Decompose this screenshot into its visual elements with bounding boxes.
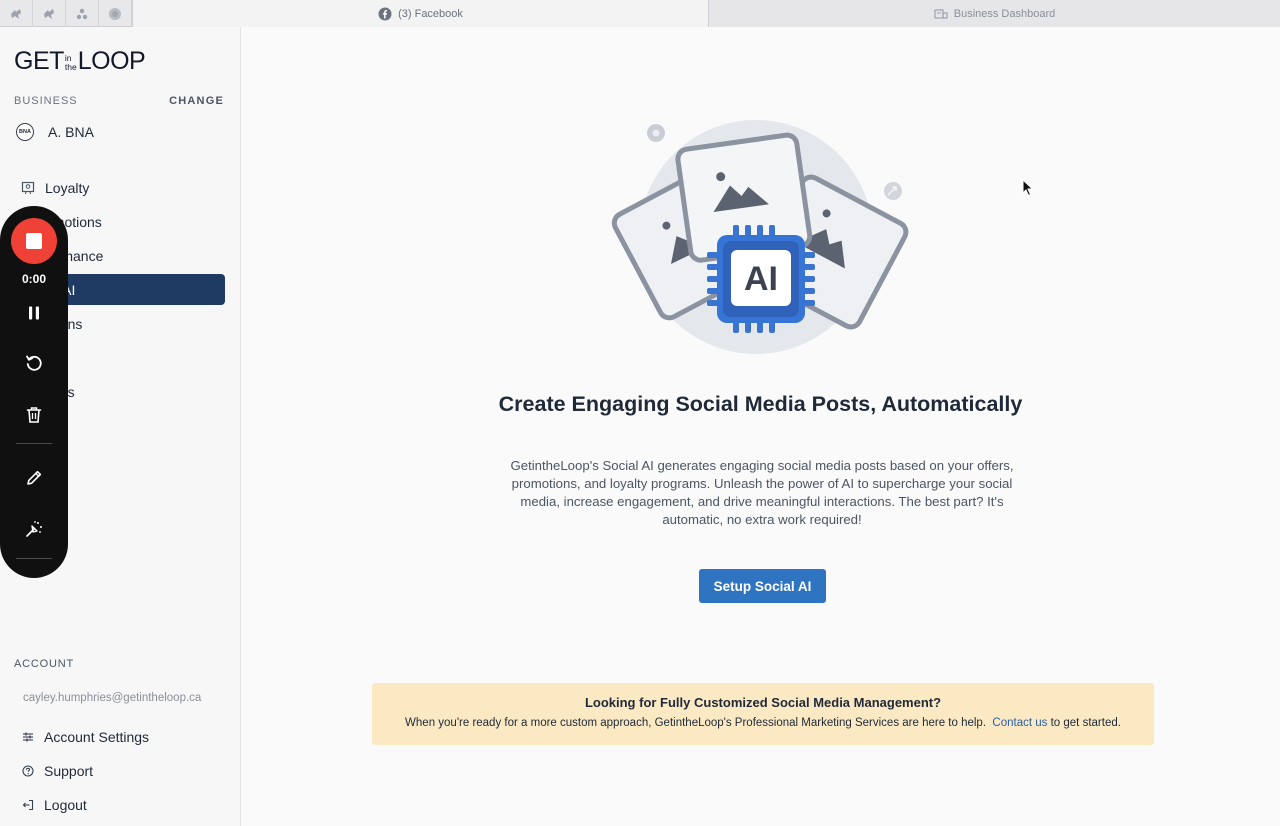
account-email: cayley.humphries@getintheloop.ca [23,692,202,704]
pinned-tab-1[interactable] [0,0,33,27]
loyalty-icon [21,181,35,195]
tab-label: (3) Facebook [398,7,463,20]
account-item-label: Account Settings [44,729,150,745]
effects-button[interactable] [22,517,46,541]
browser-tab-bar: (3) Facebook Business Dashboard [0,0,1280,27]
logo-text-left: GET [14,47,64,75]
logo-small-bottom: the [64,62,77,72]
app-icon [76,8,88,19]
pinned-tabs [0,0,133,27]
custom-management-banner: Looking for Fully Customized Social Medi… [372,683,1154,745]
business-avatar: BNA [16,123,34,141]
pencil-icon [27,470,42,485]
support-link[interactable]: Support [22,754,149,788]
facebook-icon [378,7,392,20]
logout-icon [22,799,34,811]
account-label: ACCOUNT [14,658,74,670]
dashboard-icon [934,8,948,19]
banner-text: When you're ready for a more custom appr… [372,717,1154,729]
pinned-tab-3[interactable] [66,0,99,27]
brand-logo[interactable]: GET in the LOOP [14,47,146,75]
pause-icon [29,306,39,320]
magic-wand-icon [26,521,42,537]
app-icon [11,8,21,19]
sliders-icon [23,732,33,742]
account-item-label: Support [44,763,94,779]
restart-icon [26,355,42,371]
account-settings-link[interactable]: Account Settings [22,720,149,754]
nav-label: Loyalty [45,179,90,196]
setup-social-ai-button[interactable]: Setup Social AI [699,569,826,603]
business-name: A. BNA [48,124,94,140]
screen-recorder-toolbar: 0:00 [0,206,68,578]
toolbar-divider [16,443,52,444]
tab-business-dashboard[interactable]: Business Dashboard [709,0,1280,27]
logo-small-text: in the [65,54,77,72]
help-circle-icon [22,765,34,777]
stop-icon [26,233,42,249]
tab-facebook[interactable]: (3) Facebook [133,0,709,27]
account-item-label: Logout [44,797,87,813]
logout-link[interactable]: Logout [22,788,149,822]
ai-chip-label: AI [744,260,778,298]
nav-item-loyalty[interactable]: Loyalty [12,172,225,203]
contact-us-link[interactable]: Contact us [992,717,1047,729]
draw-button[interactable] [22,466,46,490]
logo-text-right: LOOP [77,47,146,75]
pinned-tab-2[interactable] [33,0,66,27]
business-header: BUSINESS CHANGE [14,95,224,107]
stop-recording-button[interactable] [11,218,57,264]
business-selector[interactable]: BNA A. BNA [16,123,94,141]
page-headline: Create Engaging Social Media Posts, Auto… [498,392,1023,416]
page-description: GetintheLoop's Social AI generates engag… [510,458,1014,527]
toolbar-divider [16,558,52,559]
change-business-link[interactable]: CHANGE [169,95,224,107]
app-icon [109,7,121,20]
social-ai-illustration: AI [611,120,909,354]
business-label: BUSINESS [14,95,78,107]
pinned-tab-4[interactable] [99,0,132,27]
pause-button[interactable] [22,301,46,325]
main-content: AI Create Engaging Social Media Posts, A… [241,27,1280,826]
recording-timer: 0:00 [21,272,47,286]
banner-title: Looking for Fully Customized Social Medi… [584,695,942,710]
banner-text-before: When you're ready for a more custom appr… [405,717,987,729]
tab-label: Business Dashboard [953,7,1056,20]
banner-text-after: to get started. [1050,717,1121,729]
restart-button[interactable] [22,351,46,375]
delete-button[interactable] [22,403,46,427]
trash-icon [26,407,42,423]
mouse-cursor-icon [1022,179,1034,197]
account-nav: Account Settings Support Logout [22,720,149,822]
app-icon [44,8,54,19]
